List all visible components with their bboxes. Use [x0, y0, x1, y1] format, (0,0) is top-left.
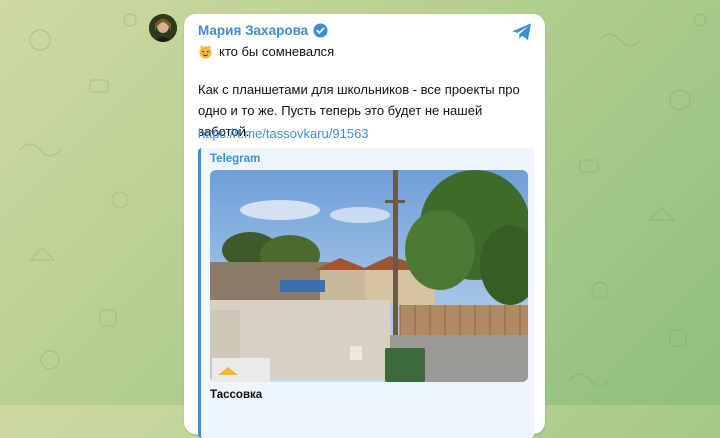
author-name[interactable]: Мария Захарова — [198, 23, 328, 38]
post-link[interactable]: https://t.me/tassovkaru/91563 — [198, 126, 369, 141]
post-text-line1-text: кто бы сомневался — [219, 44, 335, 59]
preview-image[interactable] — [210, 170, 528, 382]
author-avatar[interactable] — [149, 14, 177, 42]
preview-site-name: Telegram — [210, 153, 261, 165]
author-name-text: Мария Захарова — [198, 23, 309, 38]
link-preview[interactable]: Telegram Тассовка — [198, 148, 534, 438]
preview-title: Тассовка — [210, 389, 263, 401]
telegram-plane-icon[interactable] — [511, 22, 533, 42]
post-text-line1: кто бы сомневался — [198, 44, 334, 59]
smirking-cat-emoji — [199, 44, 212, 59]
channel-post: Мария Захарова кто бы сомневался Как с п… — [184, 14, 545, 438]
verified-badge-icon — [313, 23, 328, 38]
